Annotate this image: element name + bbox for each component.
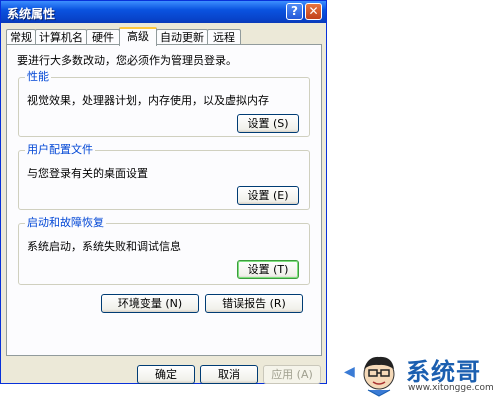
- site-logo: 系统哥 www.xitongge.com: [356, 350, 496, 400]
- performance-settings-button[interactable]: 设置 (S): [237, 114, 299, 133]
- startup-recovery-description: 系统启动，系统失败和调试信息: [27, 240, 181, 253]
- performance-group-title: 性能: [25, 70, 51, 83]
- tab-automatic-updates[interactable]: 自动更新: [156, 29, 208, 45]
- user-profiles-group: 用户配置文件 与您登录有关的桌面设置 设置 (E): [18, 144, 310, 210]
- system-properties-window: 系统属性 ? ✕ 常规 计算机名 硬件 高级 自动更新 远程 要进行大多数改动，…: [0, 0, 327, 384]
- tab-strip: 常规 计算机名 硬件 高级 自动更新 远程: [6, 27, 322, 46]
- tab-remote[interactable]: 远程: [207, 29, 241, 45]
- startup-recovery-settings-button[interactable]: 设置 (T): [237, 260, 299, 279]
- tab-general[interactable]: 常规: [6, 29, 36, 45]
- user-profiles-description: 与您登录有关的桌面设置: [27, 167, 148, 180]
- window-title: 系统属性: [7, 7, 56, 21]
- apply-button[interactable]: 应用 (A): [263, 365, 321, 384]
- user-profiles-group-title: 用户配置文件: [25, 143, 95, 156]
- tab-computer-name[interactable]: 计算机名: [35, 29, 87, 45]
- arrow-left-icon: ◀: [344, 364, 355, 380]
- help-button[interactable]: ?: [286, 3, 303, 20]
- environment-variables-button[interactable]: 环境变量 (N): [101, 294, 199, 313]
- tab-advanced[interactable]: 高级: [119, 27, 157, 46]
- tab-hardware[interactable]: 硬件: [86, 29, 120, 45]
- startup-recovery-group-title: 启动和故障恢复: [25, 216, 106, 229]
- title-bar[interactable]: 系统属性 ? ✕: [1, 1, 326, 23]
- performance-description: 视觉效果，处理器计划，内存使用，以及虚拟内存: [27, 94, 269, 107]
- startup-recovery-group: 启动和故障恢复 系统启动，系统失败和调试信息 设置 (T): [18, 217, 310, 285]
- admin-notice: 要进行大多数改动，您必须作为管理员登录。: [17, 54, 237, 67]
- ok-button[interactable]: 确定: [137, 365, 195, 384]
- user-profiles-settings-button[interactable]: 设置 (E): [237, 186, 299, 205]
- cancel-button[interactable]: 取消: [200, 365, 258, 384]
- site-url: www.xitongge.com: [408, 383, 494, 393]
- close-button[interactable]: ✕: [305, 3, 322, 20]
- error-reporting-button[interactable]: 错误报告 (R): [205, 294, 303, 313]
- mascot-icon: [363, 356, 395, 397]
- performance-group: 性能 视觉效果，处理器计划，内存使用，以及虚拟内存 设置 (S): [18, 71, 310, 137]
- site-name: 系统哥: [406, 358, 481, 386]
